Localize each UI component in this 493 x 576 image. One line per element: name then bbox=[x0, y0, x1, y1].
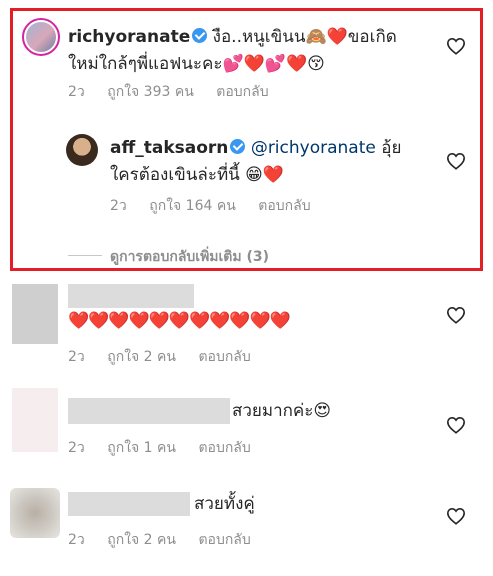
blurred-username bbox=[68, 284, 194, 308]
blurred-username bbox=[68, 492, 190, 516]
mention-link[interactable]: @richyoranate bbox=[251, 138, 376, 158]
heart-outline-icon[interactable] bbox=[446, 416, 466, 434]
reply-button[interactable]: ตอบกลับ bbox=[198, 440, 250, 456]
comment-body: richyoranate งือ..หนูเขินน🙈❤️ขอเกิด ใหม่… bbox=[68, 24, 438, 78]
comment-likes[interactable]: ถูกใจ 1 คน bbox=[107, 440, 176, 456]
verified-badge-icon bbox=[230, 139, 246, 154]
avatar[interactable] bbox=[66, 134, 98, 166]
reply-text-line1: อุ้ย bbox=[375, 138, 402, 158]
blurred-username bbox=[68, 398, 230, 424]
heart-outline-icon[interactable] bbox=[446, 152, 466, 170]
heart-outline-icon[interactable] bbox=[446, 507, 466, 525]
comment-likes[interactable]: ถูกใจ 2 คน bbox=[107, 349, 176, 365]
avatar-image bbox=[26, 22, 56, 52]
comment-text: สวยมากค่ะ😍 bbox=[232, 401, 332, 421]
view-more-replies-button[interactable]: ดูการตอบกลับเพิ่มเติม (3) bbox=[110, 246, 269, 268]
username[interactable]: richyoranate bbox=[68, 27, 190, 47]
avatar[interactable] bbox=[12, 284, 58, 344]
username[interactable]: aff_taksaorn bbox=[110, 138, 228, 158]
comment-meta: 2ว ถูกใจ 1 คน ตอบกลับ bbox=[68, 437, 269, 459]
heart-outline-icon[interactable] bbox=[446, 37, 466, 55]
comment-likes[interactable]: ถูกใจ 2 คน bbox=[107, 532, 176, 548]
comment-meta: 2ว ถูกใจ 393 คน ตอบกลับ bbox=[68, 81, 287, 103]
comment-text: สวยทั้งคู่ bbox=[194, 494, 255, 514]
avatar[interactable] bbox=[22, 18, 60, 56]
reply-text-line2: ใครต้องเขินล่ะที่นี้ 😁❤️ bbox=[110, 165, 285, 185]
comment-time[interactable]: 2ว bbox=[68, 349, 85, 365]
comment-likes[interactable]: ถูกใจ 164 คน bbox=[149, 198, 236, 214]
comment-meta: 2ว ถูกใจ 2 คน ตอบกลับ bbox=[68, 529, 269, 551]
verified-badge-icon bbox=[192, 28, 208, 43]
avatar[interactable] bbox=[10, 488, 60, 538]
reply-body: aff_taksaorn @richyoranate อุ้ย ใครต้องเ… bbox=[110, 135, 430, 189]
comment-likes[interactable]: ถูกใจ 393 คน bbox=[107, 84, 194, 100]
comment-text-line2: ใหม่ใกล้ๆพี่แอฟนะคะ💕❤️💕❤️😚 bbox=[68, 54, 325, 74]
view-more-divider bbox=[68, 255, 102, 256]
reply-button[interactable]: ตอบกลับ bbox=[216, 84, 268, 100]
comment-time[interactable]: 2ว bbox=[68, 440, 85, 456]
avatar[interactable] bbox=[12, 388, 58, 452]
comment-time[interactable]: 2ว bbox=[68, 84, 85, 100]
comment-time[interactable]: 2ว bbox=[110, 198, 127, 214]
comment-meta: 2ว ถูกใจ 2 คน ตอบกลับ bbox=[68, 346, 269, 368]
heart-outline-icon[interactable] bbox=[446, 306, 466, 324]
comment-time[interactable]: 2ว bbox=[68, 532, 85, 548]
reply-meta: 2ว ถูกใจ 164 คน ตอบกลับ bbox=[110, 195, 329, 217]
reply-button[interactable]: ตอบกลับ bbox=[198, 532, 250, 548]
reply-button[interactable]: ตอบกลับ bbox=[198, 349, 250, 365]
reply-button[interactable]: ตอบกลับ bbox=[258, 198, 310, 214]
comment-text-line1: งือ..หนูเขินน🙈❤️ขอเกิด bbox=[212, 27, 397, 47]
comment-text: ❤️❤️❤️❤️❤️❤️❤️❤️❤️❤️❤️ bbox=[68, 311, 291, 331]
